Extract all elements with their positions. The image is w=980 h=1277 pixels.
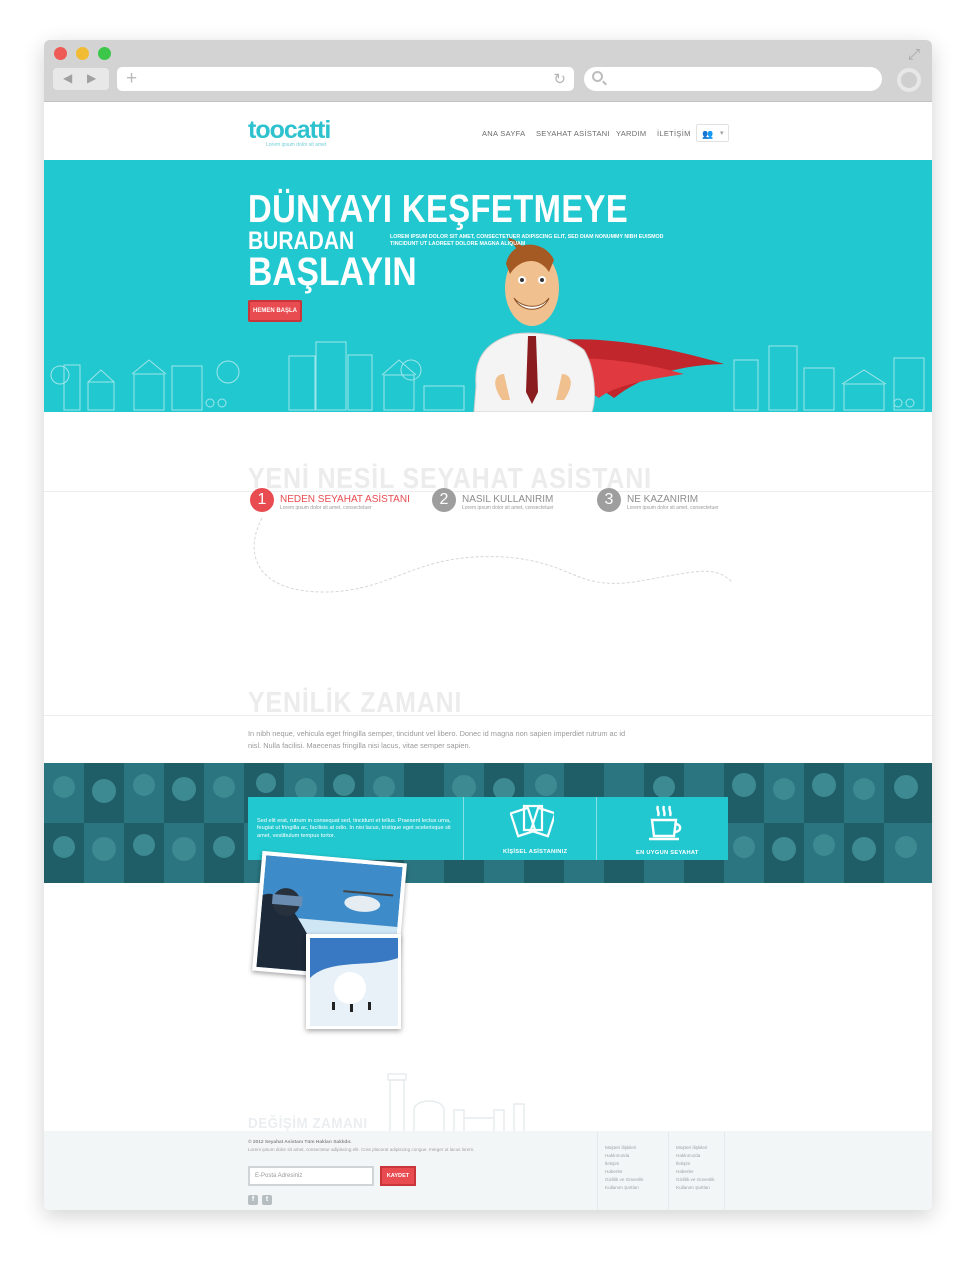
history-nav: ◀ ▶	[53, 68, 109, 90]
browser-profile-button[interactable]	[897, 68, 921, 92]
footer-link[interactable]: Kullanım Şartları	[676, 1184, 715, 1192]
user-icon: 👥	[702, 129, 714, 139]
footer-link[interactable]: Kullanım Şartları	[605, 1184, 644, 1192]
step-number: 3	[597, 488, 621, 512]
reload-icon[interactable]: ↻	[553, 70, 566, 88]
browser-toolbar: ⤢ ◀ ▶ + ↻	[44, 40, 932, 102]
nav-link-help[interactable]: YARDIM	[616, 129, 646, 138]
skiers-image	[309, 937, 398, 1026]
hero-banner: DÜNYAYI KEŞFETMEYE BURADAN BAŞLAYIN LORE…	[44, 160, 932, 412]
hero-title-line3: BAŞLAYIN	[248, 250, 417, 294]
footer-link[interactable]: Gizlilik ve Güvenlik	[676, 1176, 715, 1184]
browser-search-field[interactable]	[584, 67, 882, 91]
close-window-button[interactable]	[54, 47, 67, 60]
footer-link[interactable]: Hakkımızda	[676, 1152, 715, 1160]
minimize-window-button[interactable]	[76, 47, 89, 60]
twitter-icon[interactable]: t	[262, 1195, 272, 1205]
step-title: NASIL KULLANIRIM	[462, 494, 554, 505]
divider	[44, 715, 932, 716]
people-mosaic-band: Sed elit erat, rutrum in consequat sed, …	[44, 763, 932, 883]
innovation-text: In nibh neque, vehicula eget fringilla s…	[248, 729, 626, 750]
user-menu-button[interactable]: 👥 ▾	[696, 124, 729, 142]
footer-link[interactable]: Hakkımızda	[605, 1152, 644, 1160]
facebook-icon[interactable]: f	[248, 1195, 258, 1205]
chevron-down-icon: ▾	[720, 130, 724, 137]
step-number: 2	[432, 488, 456, 512]
hero-title-line1: DÜNYAYI KEŞFETMEYE	[248, 188, 629, 231]
feature-best-travel[interactable]: EN UYGUN SEYAHAT	[636, 850, 699, 856]
footer-title: DEĞİŞİM ZAMANI	[248, 1115, 368, 1132]
nav-link-assistant[interactable]: SEYAHAT ASİSTANI	[536, 129, 610, 138]
features-text: Sed elit erat, rutrum in consequat sed, …	[257, 818, 451, 839]
divider	[596, 797, 597, 860]
divider	[597, 1132, 598, 1210]
logo-text: toocatti	[248, 116, 331, 144]
footer-links-column-2: Müşteri İlişkileri Hakkımızda İletişim H…	[676, 1144, 715, 1191]
footer-link[interactable]: Haberler	[605, 1168, 644, 1176]
footer-link[interactable]: İletişim	[605, 1160, 644, 1168]
back-icon[interactable]: ◀	[63, 71, 72, 85]
step-subtitle: Lorem ipsum dolor sit amet, consectetuer	[627, 505, 719, 511]
fullscreen-icon[interactable]: ⤢	[906, 47, 922, 63]
divider	[668, 1132, 669, 1210]
step-subtitle: Lorem ipsum dolor sit amet, consectetuer	[280, 505, 372, 511]
landmarks-illustration	[387, 1073, 525, 1132]
step-subtitle: Lorem ipsum dolor sit amet, consectetuer	[462, 505, 554, 511]
address-bar[interactable]: + ↻	[117, 67, 574, 91]
step-title: NE KAZANIRIM	[627, 494, 699, 505]
footer-link[interactable]: Müşteri İlişkileri	[605, 1144, 644, 1152]
step-title: NEDEN SEYAHAT ASİSTANI	[280, 494, 410, 505]
dashed-route-path	[253, 517, 733, 593]
nav-link-home[interactable]: ANA SAYFA	[482, 129, 525, 138]
browser-window: ⤢ ◀ ▶ + ↻ toocatti Lorem ipsum dolor sit…	[44, 40, 932, 1210]
start-now-button[interactable]: HEMEN BAŞLA	[248, 300, 302, 322]
site-logo[interactable]: toocatti Lorem ipsum dolor sit amet	[248, 116, 331, 148]
copyright-text: © 2012 Seyahat Asistanı Tüm Hakları Sakl…	[248, 1140, 352, 1145]
nav-link-contact[interactable]: İLETİŞİM	[657, 129, 691, 138]
logo-tagline: Lorem ipsum dolor sit amet	[266, 142, 327, 148]
coffee-cup-icon	[649, 805, 682, 841]
footer-links-column-1: Müşteri İlişkileri Hakkımızda İletişim H…	[605, 1144, 644, 1191]
forward-icon[interactable]: ▶	[87, 71, 96, 85]
divider	[44, 491, 932, 492]
footer	[44, 1131, 932, 1210]
divider	[724, 1132, 725, 1210]
newsletter-save-button[interactable]: KAYDET	[380, 1166, 416, 1186]
search-icon	[592, 71, 603, 82]
divider	[463, 797, 464, 860]
footer-link[interactable]: Gizlilik ve Güvenlik	[605, 1176, 644, 1184]
footer-description: Lorem ipsum dolor sit amet, consectetur …	[248, 1147, 475, 1152]
travel-cards-icon	[510, 804, 554, 838]
footer-link[interactable]: Haberler	[676, 1168, 715, 1176]
step-number: 1	[250, 488, 274, 512]
photo-skiers	[306, 934, 401, 1029]
maximize-window-button[interactable]	[98, 47, 111, 60]
hero-subtitle: LOREM IPSUM DOLOR SIT AMET, CONSECTETUER…	[390, 234, 664, 247]
newsletter-email-input[interactable]: E-Posta Adresiniz	[248, 1166, 374, 1186]
new-tab-icon[interactable]: +	[126, 68, 137, 90]
features-panel: Sed elit erat, rutrum in consequat sed, …	[248, 797, 728, 860]
footer-link[interactable]: Müşteri İlişkileri	[676, 1144, 715, 1152]
feature-personal-assistant[interactable]: KİŞİSEL ASİSTANINIZ	[503, 849, 567, 855]
footer-link[interactable]: İletişim	[676, 1160, 715, 1168]
web-page: toocatti Lorem ipsum dolor sit amet ANA …	[44, 102, 932, 1210]
